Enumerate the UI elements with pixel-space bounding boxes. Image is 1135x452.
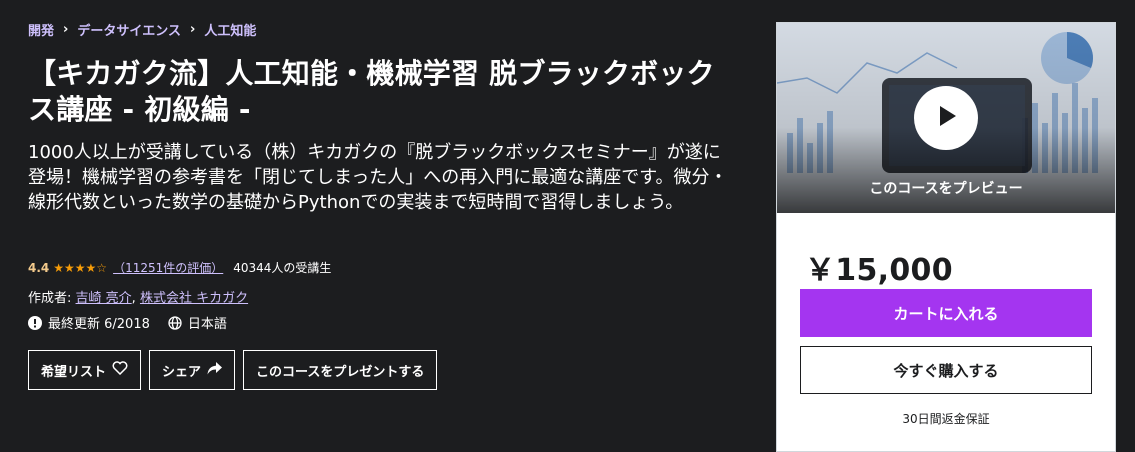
author-separator: , xyxy=(131,291,136,306)
action-buttons: 希望リスト シェア このコースをプレゼントする xyxy=(28,350,438,390)
course-title: 【キカガク流】人工知能・機械学習 脱ブラックボックス講座 - 初級編 - xyxy=(28,57,715,126)
wishlist-button[interactable]: 希望リスト xyxy=(28,350,142,390)
author-link-1[interactable]: 吉崎 亮介 xyxy=(76,291,132,306)
course-price: ￥15,000 xyxy=(805,253,953,288)
gift-course-button[interactable]: このコースをプレゼントする xyxy=(243,350,438,390)
breadcrumb-item-ai[interactable]: 人工知能 xyxy=(204,20,256,39)
share-arrow-icon xyxy=(207,361,223,379)
rating-count-link[interactable]: （11251件の評価） xyxy=(113,259,223,276)
author-row: 作成者: 吉崎 亮介, 株式会社 キカガク xyxy=(28,287,248,306)
breadcrumb-item-data-science[interactable]: データサイエンス xyxy=(77,20,181,39)
alert-icon xyxy=(28,315,42,330)
course-language: 日本語 xyxy=(187,317,227,332)
play-button[interactable] xyxy=(914,86,978,150)
rating-number: 4.4 xyxy=(28,260,50,275)
author-link-2[interactable]: 株式会社 キカガク xyxy=(140,291,248,306)
last-updated: 最終更新 6/2018 xyxy=(48,317,150,332)
preview-label: このコースをプレビュー xyxy=(869,181,1023,197)
meta-row: 最終更新 6/2018 日本語 xyxy=(28,313,227,332)
share-button[interactable]: シェア xyxy=(149,350,236,390)
breadcrumb-item-development[interactable]: 開発 xyxy=(28,20,54,39)
money-back-guarantee: 30日間返金保証 xyxy=(902,412,990,426)
heart-icon xyxy=(112,361,128,379)
chevron-right-icon: › xyxy=(63,22,69,37)
course-subtitle: 1000人以上が受講している（株）キカガクの『脱ブラックボックスセミナー』が遂に… xyxy=(28,142,728,213)
rating-row: 4.4 ★★★★☆ （11251件の評価） 40344人の受講生 xyxy=(28,259,331,276)
buy-now-button[interactable]: 今すぐ購入する xyxy=(800,346,1092,394)
purchase-card: このコースをプレビュー ￥15,000 カートに入れる 今すぐ購入する 30日間… xyxy=(776,22,1116,452)
gift-course-label: このコースをプレゼントする xyxy=(256,364,425,380)
breadcrumb: 開発 › データサイエンス › 人工知能 xyxy=(28,20,256,39)
author-prefix: 作成者: xyxy=(28,291,72,306)
course-preview[interactable]: このコースをプレビュー xyxy=(777,23,1115,213)
star-icon: ★★★★☆ xyxy=(53,260,108,275)
chevron-right-icon: › xyxy=(190,22,196,37)
play-icon xyxy=(933,103,959,133)
globe-icon xyxy=(168,315,182,330)
wishlist-label: 希望リスト xyxy=(41,364,107,380)
student-count: 40344人の受講生 xyxy=(233,261,332,275)
add-to-cart-button[interactable]: カートに入れる xyxy=(800,289,1092,337)
share-label: シェア xyxy=(162,364,202,380)
